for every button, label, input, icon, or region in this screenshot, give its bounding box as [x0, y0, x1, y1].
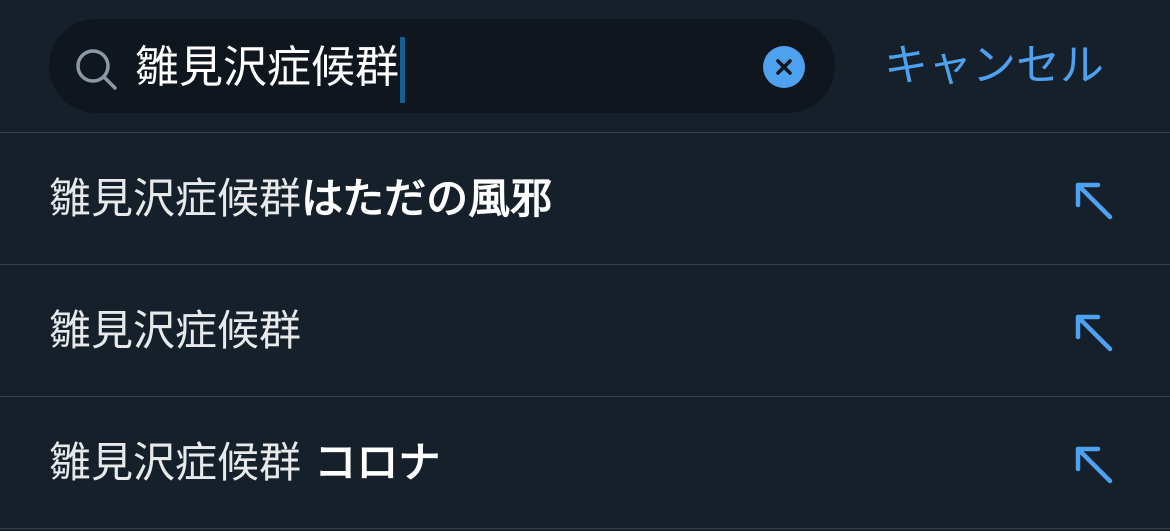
suggestion-text: 雛見沢症候群はただの風邪 [49, 167, 552, 231]
arrow-up-left-icon[interactable] [1070, 441, 1114, 485]
suggestion-prefix: 雛見沢症候群 [49, 306, 302, 355]
cancel-button[interactable]: キャンセル [884, 36, 1104, 96]
clear-search-button[interactable] [763, 46, 805, 88]
close-icon [776, 59, 792, 75]
suggestion-prefix: 雛見沢症候群 [49, 174, 302, 223]
suggestion-completion: コロナ [314, 438, 441, 487]
suggestion-list: 雛見沢症候群はただの風邪 雛見沢症候群 雛見沢症候群 コロナ [0, 133, 1170, 529]
search-input[interactable]: 雛見沢症候群 [135, 36, 405, 103]
suggestion-text: 雛見沢症候群 コロナ [49, 431, 440, 495]
suggestion-prefix: 雛見沢症候群 [49, 438, 315, 487]
arrow-up-left-icon[interactable] [1070, 309, 1114, 353]
arrow-up-left-icon[interactable] [1070, 177, 1114, 221]
suggestion-completion: はただの風邪 [301, 174, 553, 223]
suggestion-item[interactable]: 雛見沢症候群はただの風邪 [0, 133, 1170, 265]
suggestion-text: 雛見沢症候群 [49, 299, 301, 363]
search-screen: 雛見沢症候群 キャンセル 雛見沢症候群はただの風邪 雛見沢症候群 雛見沢症候群 … [0, 0, 1170, 531]
suggestion-item[interactable]: 雛見沢症候群 コロナ [0, 397, 1170, 529]
search-query: 雛見沢症候群 [135, 42, 399, 93]
suggestion-item[interactable]: 雛見沢症候群 [0, 265, 1170, 397]
search-icon [76, 49, 117, 90]
search-header: 雛見沢症候群 キャンセル [0, 0, 1170, 133]
text-caret [400, 37, 405, 103]
